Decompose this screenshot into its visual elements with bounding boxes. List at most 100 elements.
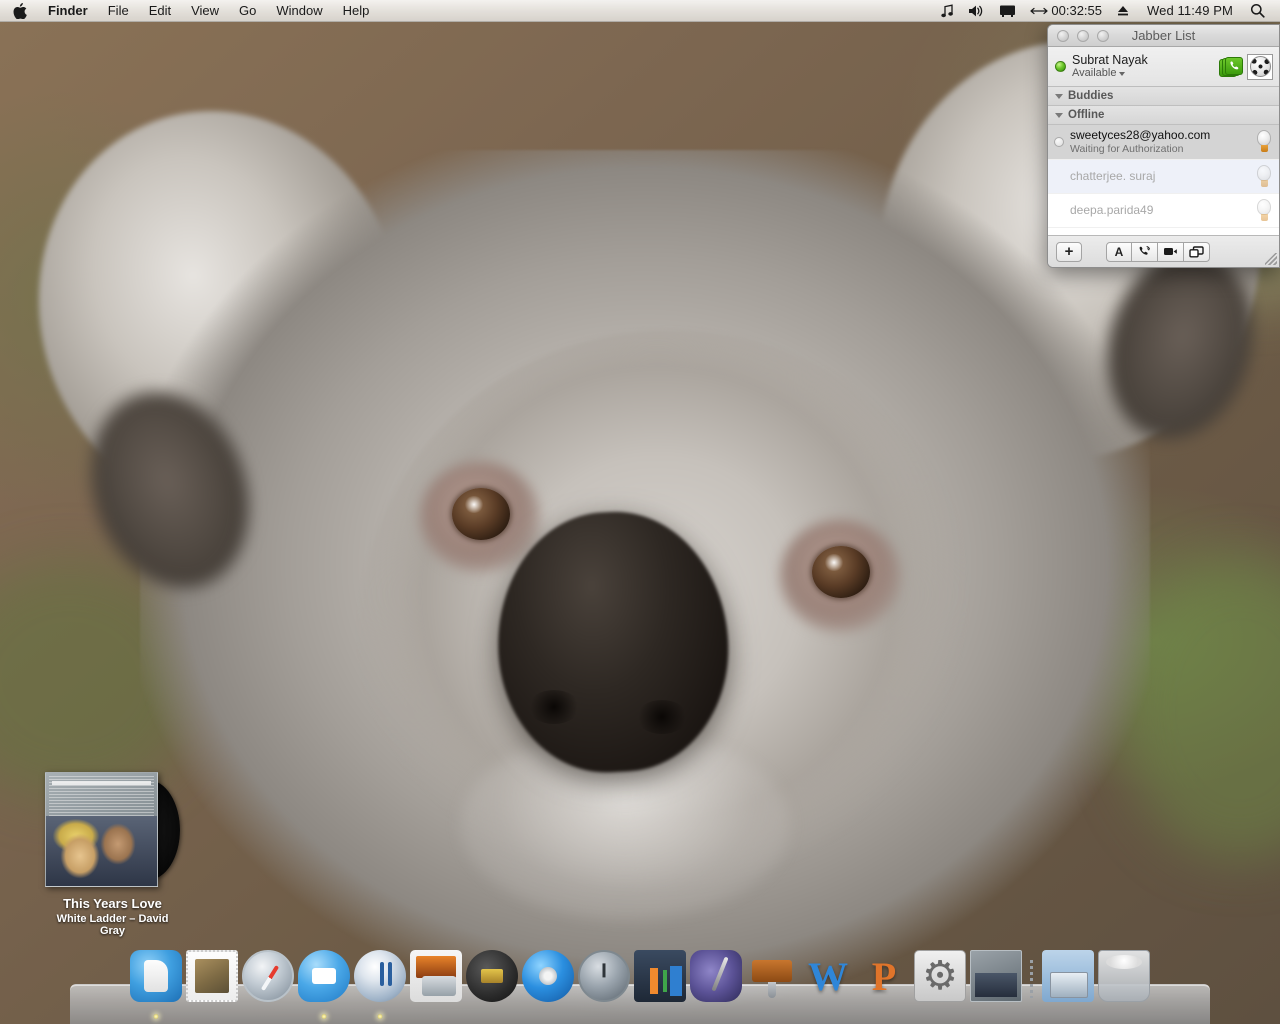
running-indicator <box>377 1014 383 1019</box>
music-note-icon[interactable] <box>934 0 961 21</box>
album-cover-art[interactable] <box>45 772 180 889</box>
dock-items <box>70 946 1210 1019</box>
dock-item-trash[interactable] <box>1098 950 1150 1002</box>
screen-timer-indicator[interactable]: 00:32:55 <box>1023 0 1109 21</box>
account-status-label: Available <box>1072 67 1117 79</box>
video-chat-button[interactable] <box>1158 241 1184 262</box>
menu-item-window[interactable]: Window <box>266 0 332 21</box>
lightbulb-icon[interactable] <box>1255 164 1273 190</box>
dock-item-system-preferences[interactable] <box>914 950 966 1002</box>
koala-eye-right <box>812 546 870 598</box>
koala-eye-left <box>452 488 510 540</box>
dock-item-keynote[interactable] <box>634 950 686 1002</box>
group-label: Offline <box>1068 109 1105 121</box>
audio-chat-phone-icon <box>1139 246 1150 255</box>
buddy-text: chatterjee. suraj <box>1070 169 1255 184</box>
koala-eye-glint-left <box>464 496 484 513</box>
dock-item-documents-stack[interactable] <box>1042 950 1094 1002</box>
dock-item-album-art[interactable] <box>970 950 1022 1002</box>
lightbulb-icon[interactable] <box>1255 198 1273 224</box>
buddy-text: sweetyces28@yahoo.com Waiting for Author… <box>1070 128 1255 156</box>
spotlight-search-icon[interactable] <box>1243 0 1272 21</box>
phone-stack-icon[interactable] <box>1219 56 1243 78</box>
zoom-button[interactable] <box>1097 29 1109 42</box>
account-info: Subrat Nayak Available <box>1072 53 1219 80</box>
dock-item-idvd[interactable] <box>522 950 574 1002</box>
menu-item-finder[interactable]: Finder <box>38 0 98 21</box>
menu-bar-status-items: 00:32:55 Wed 11:49 PM <box>934 0 1280 21</box>
group-header-offline[interactable]: Offline <box>1048 106 1279 125</box>
close-button[interactable] <box>1057 29 1069 42</box>
koala-nostril-left <box>528 690 580 724</box>
availability-status-orb[interactable] <box>1055 61 1066 72</box>
display-monitor-icon[interactable] <box>992 0 1023 21</box>
menu-item-file[interactable]: File <box>98 0 139 21</box>
add-buddy-button[interactable]: + <box>1056 241 1082 262</box>
volume-speaker-icon[interactable] <box>961 0 992 21</box>
menu-bar-clock[interactable]: Wed 11:49 PM <box>1137 0 1243 21</box>
menu-bar-app-menus: Finder File Edit View Go Window Help <box>0 0 379 21</box>
dock-item-word[interactable] <box>802 950 854 1002</box>
dock-item-finder[interactable] <box>130 950 182 1019</box>
album-cover-image <box>45 772 158 887</box>
disclosure-triangle-icon <box>1055 112 1063 118</box>
buddy-substatus: Waiting for Authorization <box>1070 143 1184 155</box>
window-controls <box>1048 29 1109 42</box>
dock-item-mail[interactable] <box>186 950 238 1002</box>
account-status-selector[interactable]: Available <box>1072 67 1219 80</box>
buddy-text: deepa.parida49 <box>1070 203 1255 218</box>
koala-nostril-right <box>636 700 688 734</box>
lightbulb-icon[interactable] <box>1255 129 1273 155</box>
dock-item-ichat[interactable] <box>298 950 350 1019</box>
now-playing-track-title: This Years Love <box>63 896 162 911</box>
dock-item-time-machine[interactable] <box>578 950 630 1002</box>
chat-action-group: A <box>1106 241 1210 262</box>
jabber-titlebar[interactable]: Jabber List <box>1048 25 1279 47</box>
menu-item-view[interactable]: View <box>181 0 229 21</box>
window-resize-grip[interactable] <box>1265 253 1277 265</box>
dock[interactable] <box>70 946 1210 1024</box>
dock-separator <box>1026 956 1038 1002</box>
running-indicator <box>321 1014 327 1019</box>
menu-bar: Finder File Edit View Go Window Help 00:… <box>0 0 1280 22</box>
screen-sharing-button[interactable] <box>1184 241 1210 262</box>
eject-icon[interactable] <box>1109 0 1137 21</box>
dock-item-safari[interactable] <box>242 950 294 1002</box>
menu-item-help[interactable]: Help <box>333 0 380 21</box>
jabber-list-window[interactable]: Jabber List Subrat Nayak Available Buddi… <box>1047 24 1280 268</box>
now-playing-widget[interactable]: This Years Love White Ladder – David Gra… <box>45 772 180 937</box>
menu-item-edit[interactable]: Edit <box>139 0 181 21</box>
now-playing-album-artist: White Ladder – David Gray <box>56 913 169 937</box>
dock-item-presentation[interactable] <box>746 950 798 1002</box>
disclosure-triangle-icon <box>1055 93 1063 99</box>
buddy-name: sweetyces28@yahoo.com <box>1070 128 1211 142</box>
offline-status-orb <box>1054 137 1064 147</box>
minimize-button[interactable] <box>1077 29 1089 42</box>
dock-item-imovie[interactable] <box>466 950 518 1002</box>
group-label: Buddies <box>1068 90 1114 102</box>
buddy-list-item[interactable]: chatterjee. suraj <box>1048 160 1279 194</box>
menu-item-go[interactable]: Go <box>229 0 266 21</box>
buddy-list[interactable]: sweetyces28@yahoo.com Waiting for Author… <box>1048 125 1279 235</box>
group-header-buddies[interactable]: Buddies <box>1048 87 1279 106</box>
koala-eye-glint-right <box>824 554 844 571</box>
dock-item-itunes[interactable] <box>354 950 406 1019</box>
dock-item-iphoto[interactable] <box>410 950 462 1002</box>
apple-menu-icon[interactable] <box>0 0 38 21</box>
buddy-list-item[interactable]: deepa.parida49 <box>1048 194 1279 228</box>
soccer-ball-avatar[interactable] <box>1247 53 1273 80</box>
jabber-toolbar: + A <box>1048 235 1279 267</box>
audio-chat-button[interactable] <box>1132 241 1158 262</box>
video-chat-camera-icon <box>1164 248 1177 255</box>
account-name: Subrat Nayak <box>1072 53 1148 67</box>
dock-item-inkwell[interactable] <box>690 950 742 1002</box>
buddy-name: deepa.parida49 <box>1070 203 1154 217</box>
running-indicator <box>153 1014 159 1019</box>
buddy-list-item[interactable]: sweetyces28@yahoo.com Waiting for Author… <box>1048 125 1279 160</box>
screen-sharing-icon <box>1189 245 1204 257</box>
dock-item-powerpoint[interactable] <box>858 950 910 1002</box>
chevron-down-icon <box>1119 71 1126 76</box>
buddy-name: chatterjee. suraj <box>1070 169 1156 183</box>
screen-timer-value: 00:32:55 <box>1051 3 1102 18</box>
text-chat-button[interactable]: A <box>1106 241 1132 262</box>
